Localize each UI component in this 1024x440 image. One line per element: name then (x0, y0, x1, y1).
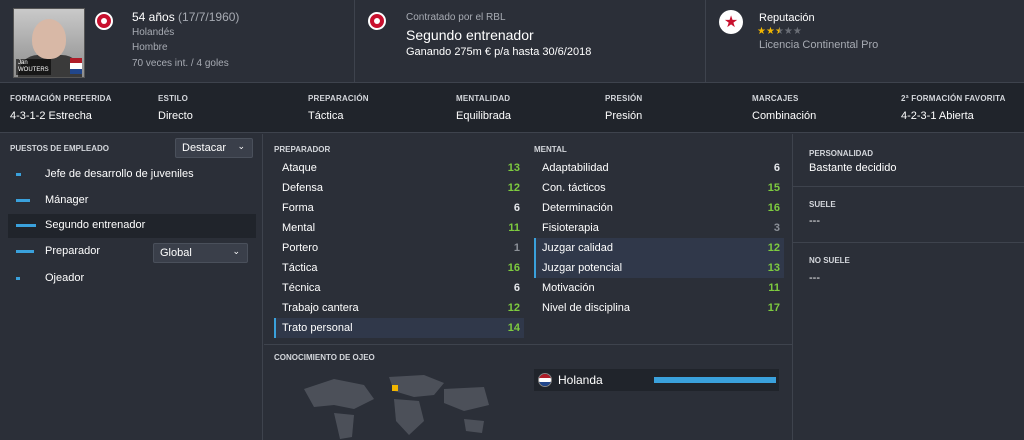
attribute-row[interactable]: Ataque 13 (274, 158, 524, 178)
scouting-title: CONOCIMIENTO DE OJEO (274, 353, 375, 362)
highlight-dropdown[interactable]: Destacar ⌄ (175, 138, 253, 158)
role-suitability-bar (16, 199, 30, 202)
tactic-marking: MARCAJES Combinación (752, 94, 817, 122)
staff-caps: 70 veces int. / 4 goles (132, 58, 229, 69)
coaching-title: PREPARADOR (274, 145, 331, 154)
mental-title: MENTAL (534, 145, 567, 154)
attribute-row[interactable]: Técnica 6 (274, 278, 524, 298)
world-map[interactable] (294, 369, 494, 440)
reputation-stars: ★★★★★ (757, 26, 802, 37)
personality-value: Bastante decidido (809, 162, 897, 174)
tactic-mentality: MENTALIDAD Equilibrada (456, 94, 512, 122)
personality-title: PERSONALIDAD (809, 149, 874, 158)
staff-nationality: Holandés (132, 27, 175, 38)
club-badge-icon[interactable] (95, 12, 113, 30)
tactic-pressing: PRESIÓN Presión (605, 94, 643, 122)
coaching-licence: Licencia Continental Pro (759, 39, 879, 51)
suele-value: --- (809, 215, 820, 227)
attribute-row[interactable]: Determinación 16 (534, 198, 784, 218)
attribute-row[interactable]: Mental 11 (274, 218, 524, 238)
tactic-second-formation: 2ª FORMACIÓN FAVORITA 4-2-3-1 Abierta (901, 94, 1006, 122)
role-suitability-bar (16, 173, 21, 176)
netherlands-map-marker (392, 385, 398, 391)
attribute-row[interactable]: Defensa 12 (274, 178, 524, 198)
attribute-row[interactable]: Táctica 16 (274, 258, 524, 278)
contract-detail: Ganando 275m € p/a hasta 30/6/2018 (406, 46, 592, 58)
attributes-panel: PREPARADOR MENTAL Ataque 13 Defensa 12 For… (264, 134, 792, 344)
positions-title: PUESTOS DE EMPLEADO (10, 144, 109, 153)
attribute-row-highlighted[interactable]: Juzgar calidad 12 (534, 238, 784, 258)
role-suitability-bar (16, 224, 36, 227)
no-suele-value: --- (809, 272, 820, 284)
reputation-label: Reputación (759, 12, 815, 24)
trainer-scope-dropdown[interactable]: Global ⌄ (153, 243, 248, 263)
chevron-down-icon: ⌄ (232, 246, 240, 256)
netherlands-flag-icon (70, 58, 82, 74)
role-row[interactable]: Ojeador (8, 267, 256, 291)
staff-age: 54 años (17/7/1960) (132, 10, 240, 24)
staff-positions-panel: PUESTOS DE EMPLEADO Destacar ⌄ Jefe de de… (0, 134, 263, 440)
role-row[interactable]: Mánager (8, 189, 256, 213)
attribute-row[interactable]: Portero 1 (274, 238, 524, 258)
suele-title: SUELE (809, 200, 836, 209)
role-suitability-bar (16, 277, 20, 280)
role-row-selected[interactable]: Segundo entrenador (8, 214, 256, 238)
attribute-row[interactable]: Con. tácticos 15 (534, 178, 784, 198)
attribute-row[interactable]: Fisioterapia 3 (534, 218, 784, 238)
staff-header: Jan WOUTERS 54 años (17/7/1960) Holandés… (0, 0, 1024, 82)
attribute-row[interactable]: Forma 6 (274, 198, 524, 218)
role-suitability-bar (16, 250, 34, 253)
photo-nametag: Jan WOUTERS (16, 59, 51, 75)
tactical-preferences: FORMACIÓN PREFERIDA 4-3-1-2 Estrecha ESTI… (0, 82, 1024, 133)
personality-panel: PERSONALIDAD Bastante decidido SUELE ---… (792, 134, 1024, 440)
scouting-knowledge-panel: CONOCIMIENTO DE OJEO Holanda (264, 344, 792, 440)
staff-photo: Jan WOUTERS (13, 8, 85, 78)
attribute-row[interactable]: Motivación 11 (534, 278, 784, 298)
contract-label: Contratado por el RBL (406, 12, 506, 23)
contract-role: Segundo entrenador (406, 27, 534, 43)
knowledge-bar (654, 377, 776, 383)
contract-club-badge-icon[interactable] (368, 12, 386, 30)
chevron-down-icon: ⌄ (237, 141, 245, 151)
tactic-style: ESTILO Directo (158, 94, 193, 122)
role-row[interactable]: Jefe de desarrollo de juveniles (8, 163, 256, 187)
attribute-row[interactable]: Nivel de disciplina 17 (534, 298, 784, 318)
attribute-row[interactable]: Adaptabilidad 6 (534, 158, 784, 178)
tactic-preferred-formation: FORMACIÓN PREFERIDA 4-3-1-2 Estrecha (10, 94, 112, 122)
reputation-star-icon: ★ (719, 10, 743, 34)
attribute-row-highlighted[interactable]: Juzgar potencial 13 (534, 258, 784, 278)
staff-gender: Hombre (132, 42, 168, 53)
nation-knowledge-row[interactable]: Holanda (534, 369, 779, 391)
netherlands-flag-icon (538, 373, 552, 387)
tactic-training: PREPARACIÓN Táctica (308, 94, 369, 122)
no-suele-title: NO SUELE (809, 256, 850, 265)
attribute-row[interactable]: Trabajo cantera 12 (274, 298, 524, 318)
attribute-row-highlighted[interactable]: Trato personal 14 (274, 318, 524, 338)
